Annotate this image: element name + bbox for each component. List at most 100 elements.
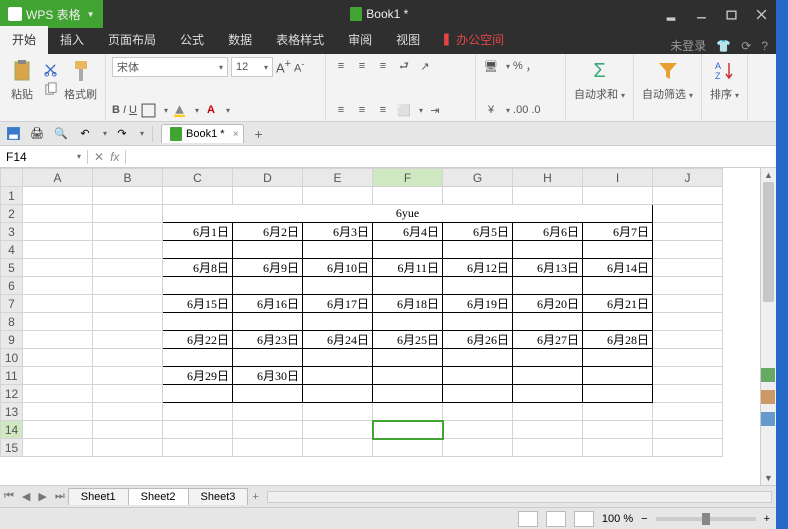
refresh-icon[interactable]: ⟳	[741, 39, 751, 53]
horizontal-scrollbar[interactable]	[267, 491, 772, 503]
format-painter-button[interactable]: 格式刷	[62, 57, 99, 102]
cell[interactable]	[653, 259, 723, 277]
border-button[interactable]	[140, 101, 158, 119]
sheet-add-icon[interactable]: +	[248, 491, 262, 503]
sheet-nav-last-icon[interactable]: ⏭	[51, 490, 69, 503]
cell[interactable]	[163, 421, 233, 439]
row-header[interactable]: 15	[1, 439, 23, 457]
undo-icon[interactable]: ↶	[76, 125, 94, 143]
cell[interactable]	[23, 331, 93, 349]
autosum-button[interactable]: Σ 自动求和▾	[572, 57, 627, 102]
increase-font-icon[interactable]: A+	[276, 58, 291, 75]
tab-data[interactable]: 数据	[216, 26, 264, 54]
tab-insert[interactable]: 插入	[48, 26, 96, 54]
cell[interactable]	[93, 331, 163, 349]
cell[interactable]: 6月18日	[373, 295, 443, 313]
cell[interactable]	[443, 277, 513, 295]
cell[interactable]	[513, 313, 583, 331]
cell[interactable]	[303, 241, 373, 259]
cell[interactable]: 6月7日	[583, 223, 653, 241]
cell[interactable]	[583, 313, 653, 331]
side-tool-icon[interactable]	[761, 368, 775, 382]
cell[interactable]: 6月20日	[513, 295, 583, 313]
sheet-tab[interactable]: Sheet3	[188, 488, 249, 505]
number-format-icon[interactable]: 🖥	[482, 57, 500, 75]
align-top-icon[interactable]: ≡	[332, 57, 350, 75]
cell[interactable]	[93, 241, 163, 259]
cell[interactable]: 6月8日	[163, 259, 233, 277]
align-middle-icon[interactable]: ≡	[353, 57, 371, 75]
select-all-corner[interactable]	[1, 169, 23, 187]
cell[interactable]: 6月11日	[373, 259, 443, 277]
cell[interactable]	[163, 385, 233, 403]
cell[interactable]	[653, 295, 723, 313]
cell[interactable]: 6月13日	[513, 259, 583, 277]
cell[interactable]	[653, 205, 723, 223]
orientation-icon[interactable]: ↗	[416, 57, 434, 75]
cell[interactable]: 6月15日	[163, 295, 233, 313]
save-icon[interactable]	[4, 125, 22, 143]
bold-button[interactable]: B	[112, 104, 120, 116]
align-bottom-icon[interactable]: ≡	[374, 57, 392, 75]
row-header[interactable]: 9	[1, 331, 23, 349]
cell[interactable]	[303, 421, 373, 439]
cell[interactable]	[23, 421, 93, 439]
cell[interactable]	[373, 421, 443, 439]
tab-formula[interactable]: 公式	[168, 26, 216, 54]
cell[interactable]	[653, 403, 723, 421]
cell[interactable]	[373, 187, 443, 205]
italic-button[interactable]: I	[123, 104, 126, 116]
window-dropdown-button[interactable]: ▂	[656, 0, 686, 28]
fx-icon[interactable]: fx	[110, 150, 119, 164]
cell[interactable]	[583, 421, 653, 439]
cell[interactable]	[233, 313, 303, 331]
cell[interactable]	[653, 277, 723, 295]
currency-icon[interactable]: ¥	[482, 101, 500, 119]
new-tab-button[interactable]: +	[250, 126, 268, 142]
cell[interactable]	[233, 187, 303, 205]
skin-icon[interactable]: 👕	[716, 39, 731, 53]
zoom-level[interactable]: 100 %	[602, 513, 633, 525]
sort-button[interactable]: AZ 排序▾	[708, 57, 741, 102]
cell[interactable]	[653, 187, 723, 205]
cell[interactable]: 6月12日	[443, 259, 513, 277]
decrease-decimal-icon[interactable]: .0	[531, 104, 540, 116]
row-header[interactable]: 10	[1, 349, 23, 367]
column-header[interactable]: H	[513, 169, 583, 187]
side-tool-icon[interactable]	[761, 390, 775, 404]
cell[interactable]	[303, 313, 373, 331]
cell[interactable]	[233, 403, 303, 421]
print-preview-icon[interactable]: 🔍	[52, 125, 70, 143]
cell[interactable]	[93, 385, 163, 403]
cell[interactable]	[443, 187, 513, 205]
cell[interactable]	[233, 421, 303, 439]
tab-review[interactable]: 审阅	[336, 26, 384, 54]
column-header[interactable]: A	[23, 169, 93, 187]
comma-button[interactable]: ，	[526, 58, 537, 74]
cell[interactable]	[23, 259, 93, 277]
align-right-icon[interactable]: ≡	[374, 101, 392, 119]
cell[interactable]: 6月24日	[303, 331, 373, 349]
sheet-nav-first-icon[interactable]: ⏮	[0, 490, 18, 503]
column-header[interactable]: I	[583, 169, 653, 187]
cell[interactable]	[583, 349, 653, 367]
vertical-scrollbar[interactable]: ▲ ▼	[760, 168, 776, 485]
cell[interactable]: 6月5日	[443, 223, 513, 241]
cell[interactable]	[653, 439, 723, 457]
tab-view[interactable]: 视图	[384, 26, 432, 54]
cell[interactable]	[163, 277, 233, 295]
column-header[interactable]: B	[93, 169, 163, 187]
cell[interactable]	[373, 439, 443, 457]
cell[interactable]: 6月26日	[443, 331, 513, 349]
cell[interactable]: 6月3日	[303, 223, 373, 241]
close-tab-icon[interactable]: ×	[233, 129, 239, 140]
underline-button[interactable]: U	[129, 104, 137, 116]
cell[interactable]	[93, 187, 163, 205]
merge-cells-icon[interactable]: ⬜	[395, 101, 413, 119]
cell[interactable]	[373, 313, 443, 331]
cell[interactable]	[373, 241, 443, 259]
app-menu-dropdown-icon[interactable]: ▼	[87, 10, 95, 19]
row-header[interactable]: 6	[1, 277, 23, 295]
cell[interactable]: 6月1日	[163, 223, 233, 241]
cell[interactable]	[373, 385, 443, 403]
